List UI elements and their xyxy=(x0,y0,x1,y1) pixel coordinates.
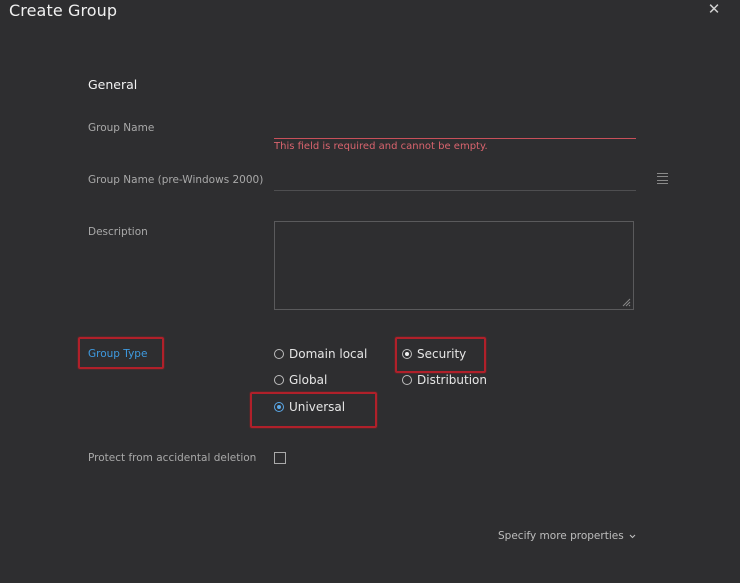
list-icon[interactable] xyxy=(657,173,668,184)
specify-more-properties-label: Specify more properties xyxy=(498,530,624,542)
group-name-pre2000-label: Group Name (pre-Windows 2000) xyxy=(88,174,264,186)
group-name-error: This field is required and cannot be emp… xyxy=(274,141,488,152)
radio-domain-local[interactable]: Domain local xyxy=(274,347,367,361)
description-label: Description xyxy=(88,226,148,238)
radio-checked-icon xyxy=(402,349,412,359)
radio-distribution[interactable]: Distribution xyxy=(402,373,487,387)
radio-universal[interactable]: Universal xyxy=(274,400,345,414)
radio-circle-icon xyxy=(274,375,284,385)
group-name-label: Group Name xyxy=(88,122,155,134)
group-type-label: Group Type xyxy=(88,348,148,360)
radio-circle-icon xyxy=(402,375,412,385)
resize-grip-icon[interactable] xyxy=(622,298,631,307)
radio-security[interactable]: Security xyxy=(402,347,466,361)
group-name-input[interactable] xyxy=(274,118,636,139)
radio-checked-icon xyxy=(274,402,284,412)
radio-security-label: Security xyxy=(417,347,467,361)
dialog-title: Create Group xyxy=(9,1,118,20)
radio-universal-label: Universal xyxy=(289,400,346,414)
close-icon[interactable]: ✕ xyxy=(704,0,724,18)
radio-distribution-label: Distribution xyxy=(417,373,488,387)
radio-global[interactable]: Global xyxy=(274,373,327,387)
chevron-down-icon xyxy=(629,534,636,538)
description-textarea[interactable] xyxy=(274,221,634,310)
radio-circle-icon xyxy=(274,349,284,359)
radio-domain-local-label: Domain local xyxy=(289,347,368,361)
protect-label: Protect from accidental deletion xyxy=(88,452,257,464)
section-title-general: General xyxy=(88,77,138,92)
radio-global-label: Global xyxy=(289,373,328,387)
specify-more-properties-link[interactable]: Specify more properties xyxy=(498,530,636,542)
group-name-pre2000-input[interactable] xyxy=(274,170,636,191)
protect-checkbox[interactable] xyxy=(274,452,286,464)
